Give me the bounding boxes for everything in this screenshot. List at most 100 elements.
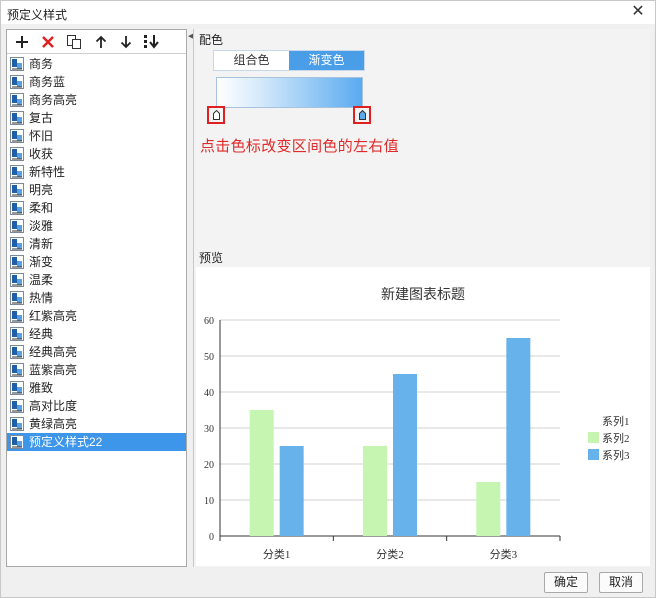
style-chart-icon (10, 273, 24, 287)
list-item-label: 商务 (29, 57, 54, 71)
list-item-label: 新特性 (29, 165, 66, 179)
y-tick-label: 60 (204, 316, 214, 327)
color-stop-right-icon (359, 110, 366, 120)
legend-label: 系列1 (602, 414, 630, 428)
list-item[interactable]: 高对比度 (7, 397, 186, 415)
gradient-stop-right[interactable] (353, 106, 371, 124)
bar-系列3 (279, 446, 304, 536)
copy-icon (67, 35, 81, 49)
color-stop-left-icon (213, 110, 220, 120)
delete-button[interactable] (38, 32, 58, 52)
list-item[interactable]: 经典 (7, 325, 186, 343)
ok-button[interactable]: 确定 (544, 572, 588, 593)
list-item[interactable]: 温柔 (7, 271, 186, 289)
chart-title: 新建图表标题 (381, 286, 465, 302)
style-chart-icon (10, 147, 24, 161)
list-item[interactable]: 收获 (7, 145, 186, 163)
list-toolbar (7, 30, 186, 54)
list-item[interactable]: 商务 (7, 55, 186, 73)
style-chart-icon (10, 435, 24, 449)
color-section-label: 配色 (199, 33, 224, 47)
style-chart-icon (10, 309, 24, 323)
list-item[interactable]: 柔和 (7, 199, 186, 217)
gradient-stop-left[interactable] (207, 106, 225, 124)
list-item[interactable]: 新特性 (7, 163, 186, 181)
bar-系列3 (393, 374, 417, 536)
list-item-label: 经典高亮 (29, 345, 78, 359)
style-list: 商务商务蓝商务高亮复古怀旧收获新特性明亮 柔和淡雅清新 渐变温柔热情红紫高亮经典经典… (7, 55, 186, 566)
tab-gradient-color[interactable]: 渐变色 (289, 51, 364, 70)
gradient-hint-text: 点击色标改变区间色的左右值 (200, 138, 399, 155)
list-item-label: 经典 (29, 327, 54, 341)
style-chart-icon (10, 93, 24, 107)
list-item-label: 温柔 (29, 273, 54, 287)
list-item[interactable]: 商务蓝 (7, 73, 186, 91)
style-chart-icon (10, 345, 24, 359)
tab-combination-color[interactable]: 组合色 (214, 51, 289, 70)
style-chart-icon (10, 237, 24, 251)
move-bottom-button[interactable] (142, 32, 162, 52)
style-chart-icon (10, 111, 24, 125)
copy-button[interactable] (64, 32, 84, 52)
list-item[interactable]: 商务高亮 (7, 91, 186, 109)
list-item[interactable]: 预定义样式22 (7, 433, 186, 451)
list-item-label: 雅致 (29, 381, 54, 395)
list-item[interactable]: 红紫高亮 (7, 307, 186, 325)
bar-系列2 (249, 410, 274, 536)
legend-swatch (588, 432, 599, 443)
y-tick-label: 50 (204, 352, 214, 363)
legend-swatch (588, 449, 599, 460)
legend-label: 系列2 (602, 431, 630, 445)
list-item[interactable]: 黄绿高亮 (7, 415, 186, 433)
list-item[interactable]: 蓝紫高亮 (7, 361, 186, 379)
move-up-button[interactable] (91, 32, 111, 52)
color-mode-tabs: 组合色 渐变色 (213, 50, 365, 71)
style-chart-icon (10, 327, 24, 341)
style-chart-icon (10, 201, 24, 215)
style-list-panel: 商务商务蓝商务高亮复古怀旧收获新特性明亮 柔和淡雅清新 渐变温柔热情红紫高亮经典经典… (6, 29, 187, 567)
style-chart-icon (10, 183, 24, 197)
list-item-label: 热情 (29, 291, 54, 305)
list-item-label: 收获 (29, 147, 54, 161)
x-tick-label: 分类2 (376, 547, 404, 561)
close-icon[interactable]: ✕ (629, 3, 647, 21)
bar-chart: 0 10 20 30 40 50 60 分类1 分类2 分类3 系列1 系列2 系列3 (204, 316, 630, 561)
style-chart-icon (10, 381, 24, 395)
y-tick-label: 10 (204, 496, 214, 507)
move-down-button[interactable] (116, 32, 136, 52)
style-chart-icon (10, 399, 24, 413)
list-item-label: 红紫高亮 (29, 309, 78, 323)
list-item[interactable]: 经典高亮 (7, 343, 186, 361)
bar-系列2 (476, 482, 501, 536)
plus-icon (16, 36, 28, 48)
gradient-preview-bar (216, 77, 363, 108)
y-tick-label: 40 (204, 388, 214, 399)
list-item[interactable]: 明亮 (7, 181, 186, 199)
list-item-label: 商务高亮 (29, 93, 78, 107)
legend-label: 系列3 (602, 448, 630, 462)
window-title: 预定义样式 (7, 8, 68, 22)
legend-swatch (588, 415, 599, 426)
y-tick-label: 0 (209, 532, 214, 543)
list-item-label: 高对比度 (29, 399, 78, 413)
list-item[interactable]: 怀旧 (7, 127, 186, 145)
list-item-label: 预定义样式22 (29, 435, 103, 449)
list-item[interactable]: 清新 (7, 235, 186, 253)
style-chart-icon (10, 363, 24, 377)
style-chart-icon (10, 75, 24, 89)
x-tick-label: 分类3 (490, 547, 518, 561)
list-item[interactable]: 渐变 (7, 253, 186, 271)
list-item-label: 淡雅 (29, 219, 54, 233)
cancel-button[interactable]: 取消 (599, 572, 643, 593)
preview-section-label: 预览 (199, 251, 224, 265)
arrow-to-bottom-icon (144, 35, 159, 49)
arrow-up-icon (95, 35, 107, 48)
list-item[interactable]: 热情 (7, 289, 186, 307)
list-item[interactable]: 淡雅 (7, 217, 186, 235)
list-item-label: 蓝紫高亮 (29, 363, 78, 377)
list-item[interactable]: 复古 (7, 109, 186, 127)
list-item-label: 怀旧 (29, 129, 54, 143)
dialog-body: 商务商务蓝商务高亮复古怀旧收获新特性明亮 柔和淡雅清新 渐变温柔热情红紫高亮经典经典… (0, 24, 656, 598)
add-button[interactable] (12, 32, 32, 52)
list-item[interactable]: 雅致 (7, 379, 186, 397)
